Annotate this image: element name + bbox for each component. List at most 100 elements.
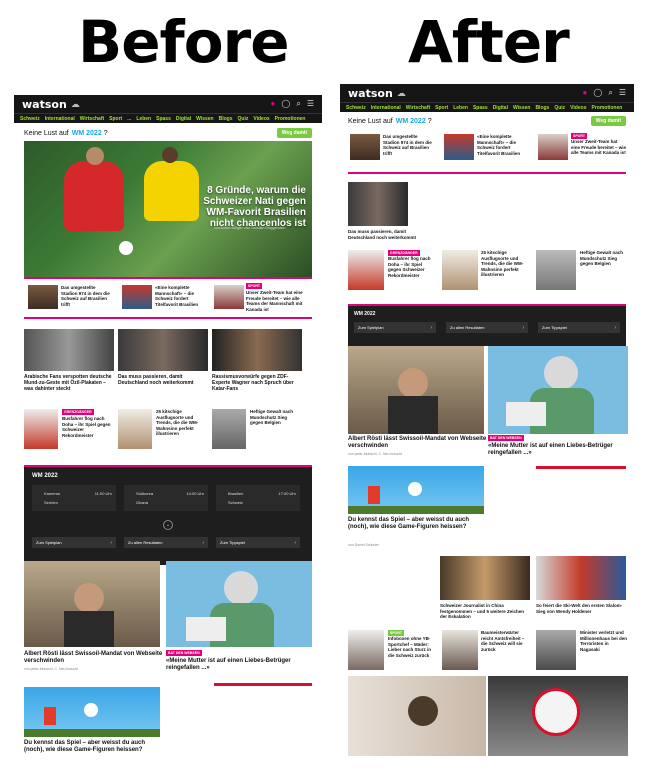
notification-icon[interactable]: ● (271, 99, 276, 109)
nav-item-5[interactable]: Leben (136, 116, 151, 122)
user-icon[interactable]: ◯ (593, 88, 602, 98)
nav-item-8[interactable]: Wissen (196, 116, 213, 122)
nav-item-6[interactable]: Spass (156, 116, 171, 122)
row1-title-2[interactable]: Das muss passieren, damit Deutschland no… (118, 374, 208, 386)
row2-title-1[interactable]: Busfahrer flog nach Doha – ihr Spiel geg… (62, 416, 112, 438)
nav-item-11[interactable]: Promotionen (591, 105, 622, 111)
strip-title-1[interactable]: Das umgestellte Stadion 974 in dem die S… (61, 285, 111, 307)
small-title-1[interactable]: Das muss passieren, damit Deutschland no… (348, 229, 428, 240)
nav-item-10[interactable]: Videos (570, 105, 586, 111)
strip-thumb-3[interactable] (538, 134, 568, 160)
small-image-1[interactable] (348, 182, 408, 226)
feature2-title[interactable]: «Meine Mutter ist auf einen Liebes-Betrü… (488, 443, 634, 457)
row2-title-2[interactable]: 25 kitschige Ausflugsorte und Trends, di… (481, 250, 531, 278)
feature2-image[interactable] (488, 346, 628, 434)
wm-button-results[interactable]: Zu allen Resultaten › (446, 322, 528, 333)
nav-item-11[interactable]: Videos (253, 116, 269, 122)
match-card-2[interactable]: Südkorea Ghana 14:00 Uhr (124, 485, 208, 511)
nav-item-2[interactable]: Wirtschaft (80, 116, 104, 122)
nav-item-4[interactable]: ... (127, 116, 131, 122)
feature3-image[interactable] (24, 687, 160, 737)
strip-title-3[interactable]: Unser Zweit-Team hat eine Freude bereite… (571, 139, 627, 156)
row1-title-3[interactable]: Rassismusvorwürfe gegen ZDF-Experte Wagn… (212, 374, 302, 392)
strip-title-3[interactable]: Unser Zweit-Team hat eine Freude bereite… (246, 290, 304, 312)
nav-item-5[interactable]: Spass (473, 105, 488, 111)
row2-image-3[interactable] (536, 250, 576, 290)
search-icon[interactable]: ⌕ (296, 99, 300, 109)
strip-title-2[interactable]: «Eine komplette Mannschaft» – die Schwei… (155, 285, 205, 307)
wm-button-schedule[interactable]: Zum Spielplan › (32, 537, 116, 548)
row4-title-1[interactable]: Infoboxen ohne YB-Sportchef – Mäder: Lie… (388, 636, 436, 658)
row4-image-1[interactable] (348, 630, 384, 670)
strip-title-2[interactable]: «Eine komplette Mannschaft» – die Schwei… (477, 134, 529, 156)
nav-item-2[interactable]: Wirtschaft (406, 105, 430, 111)
wm-button-tippspiel[interactable]: Zum Tippspiel › (216, 537, 300, 548)
nav-item-7[interactable]: Wissen (513, 105, 530, 111)
hide-wm-button[interactable]: Weg damit (590, 116, 626, 126)
nav-item-3[interactable]: Sport (435, 105, 448, 111)
nav-item-12[interactable]: Promotionen (275, 116, 306, 122)
feature3-title[interactable]: Du kennst das Spiel – aber weisst du auc… (24, 740, 160, 754)
strip-thumb-3[interactable] (214, 285, 244, 309)
user-icon[interactable]: ◯ (281, 99, 290, 109)
feature1-title[interactable]: Albert Rösti lässt Swissoil-Mandat von W… (24, 651, 164, 665)
row4-title-3[interactable]: Minister verletzt und Millionenhaus bei … (580, 630, 628, 652)
nav-item-9[interactable]: Blogs (219, 116, 233, 122)
nav-item-3[interactable]: Sport (109, 116, 122, 122)
row1-title-1[interactable]: Arabische Fans verspotten deutsche Mund-… (24, 374, 114, 392)
strip-thumb-1[interactable] (350, 134, 380, 160)
row2-image-2[interactable] (442, 250, 478, 290)
feature3-title[interactable]: Du kennst das Spiel – aber weisst du auc… (348, 517, 484, 531)
promo-wm-link[interactable]: WM 2022 (72, 130, 102, 137)
match-card-3[interactable]: Brasilien Schweiz 17:00 Uhr (216, 485, 300, 511)
feature2-image[interactable] (166, 561, 312, 647)
menu-icon[interactable]: ☰ (619, 88, 626, 98)
watson-logo[interactable]: watson (22, 98, 67, 111)
menu-icon[interactable]: ☰ (307, 99, 314, 109)
strip-thumb-1[interactable] (28, 285, 58, 309)
row2-title-1[interactable]: Busfahrer flog nach Doha – ihr Spiel geg… (388, 256, 436, 278)
row2-title-3[interactable]: Heftige Gewalt nach Mundschutz Sieg gege… (250, 409, 300, 426)
hide-wm-button[interactable]: Weg damit (276, 128, 312, 138)
expand-chevron-icon[interactable]: ⌄ (163, 520, 173, 530)
row2-image-2[interactable] (118, 409, 152, 449)
nav-item-0[interactable]: Schweiz (20, 116, 40, 122)
nav-item-7[interactable]: Digital (176, 116, 191, 122)
row3-title-1[interactable]: Schweizer Journalist in China festgenomm… (440, 603, 532, 620)
nav-item-8[interactable]: Blogs (535, 105, 549, 111)
nav-item-0[interactable]: Schweiz (346, 105, 366, 111)
notification-icon[interactable]: ● (583, 88, 588, 98)
row2-image-1[interactable] (348, 250, 384, 290)
nav-item-10[interactable]: Quiz (238, 116, 249, 122)
hero-title[interactable]: 8 Gründe, warum die Schweizer Nati gegen… (196, 185, 306, 229)
match-card-1[interactable]: Kamerun Serbien 11:00 Uhr (32, 485, 116, 511)
wm-button-tippspiel[interactable]: Zum Tippspiel › (538, 322, 620, 333)
row2-title-2[interactable]: 25 kitschige Ausflugsorte und Trends, di… (156, 409, 206, 437)
search-icon[interactable]: ⌕ (608, 88, 612, 98)
nav-item-1[interactable]: International (45, 116, 75, 122)
row1-image-3[interactable] (212, 329, 302, 371)
bottom-image-2[interactable] (488, 676, 628, 756)
feature1-image[interactable] (348, 346, 484, 434)
strip-thumb-2[interactable] (122, 285, 152, 309)
row3-title-2[interactable]: So feiert die Ski-Welt den ersten Slalom… (536, 603, 628, 614)
row2-title-3[interactable]: Heftige Gewalt nach Mundschutz Sieg gege… (580, 250, 628, 267)
wm-button-schedule[interactable]: Zum Spielplan › (354, 322, 436, 333)
watson-logo[interactable]: watson (348, 87, 393, 100)
row4-title-2[interactable]: Baumeisterwärter reicht Amtsfreiheit – d… (481, 630, 531, 652)
feature3-image[interactable] (348, 466, 484, 514)
strip-title-1[interactable]: Das umgestellte Stadion 974 in dem die S… (383, 134, 435, 156)
row4-image-3[interactable] (536, 630, 576, 670)
row2-image-1[interactable] (24, 409, 58, 449)
nav-item-4[interactable]: Leben (453, 105, 468, 111)
nav-item-9[interactable]: Quiz (554, 105, 565, 111)
row3-image-2[interactable] (536, 556, 626, 600)
nav-item-6[interactable]: Digital (493, 105, 508, 111)
row2-image-3[interactable] (212, 409, 246, 449)
row4-image-2[interactable] (442, 630, 478, 670)
nav-item-1[interactable]: International (371, 105, 401, 111)
feature2-title[interactable]: «Meine Mutter ist auf einen Liebes-Betrü… (166, 658, 312, 672)
wm-button-results[interactable]: Zu allen Resultaten › (124, 537, 208, 548)
strip-thumb-2[interactable] (444, 134, 474, 160)
promo-wm-link[interactable]: WM 2022 (396, 118, 426, 125)
